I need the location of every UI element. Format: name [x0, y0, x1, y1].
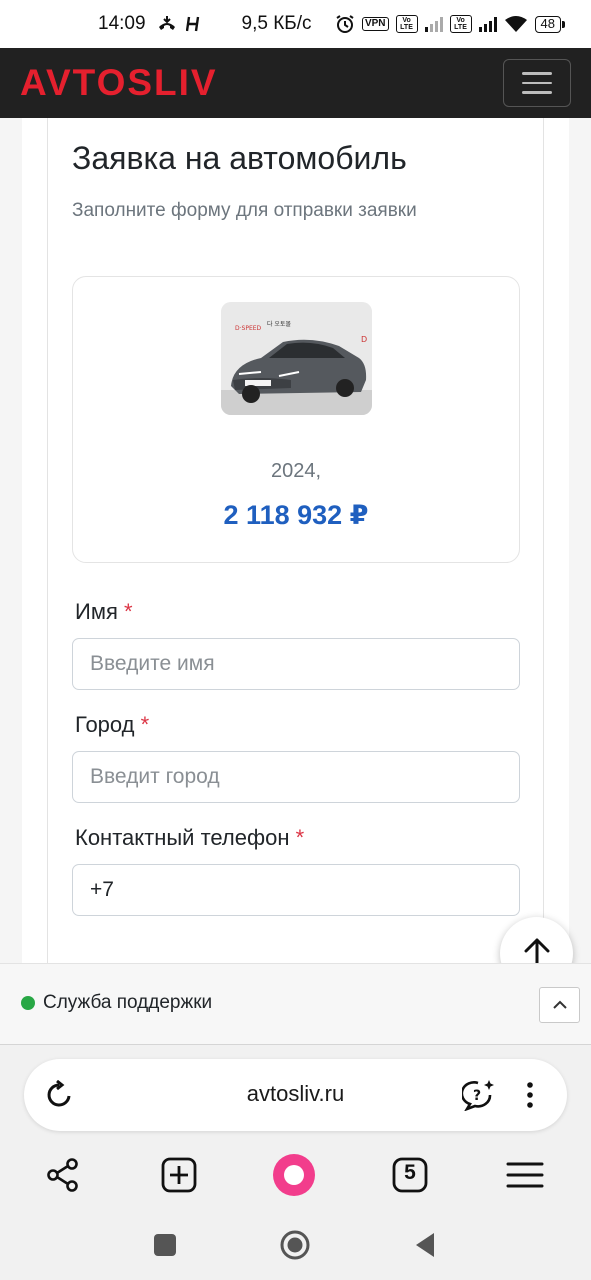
tabs-counter-icon[interactable]: 5 — [388, 1153, 432, 1197]
online-status-dot — [21, 996, 35, 1010]
status-time: 14:09 — [98, 13, 146, 34]
address-bar[interactable]: avtosliv.ru ? — [24, 1059, 567, 1131]
menu-toggle-button[interactable] — [503, 59, 571, 107]
car-year: 2024, — [270, 460, 322, 482]
support-chat-bar[interactable]: Служба поддержки — [0, 963, 591, 1045]
call-forward-icon — [158, 16, 175, 30]
browser-bottom-bar: avtosliv.ru ? 5 — [0, 1045, 591, 1280]
volte-badge-2: Vo LTE — [449, 15, 472, 33]
network-speed: 9,5 КБ/с — [241, 13, 312, 34]
h-plus-icon — [185, 16, 199, 32]
recent-apps-icon[interactable] — [147, 1227, 183, 1263]
required-marker: * — [295, 825, 305, 850]
name-input[interactable] — [72, 638, 520, 690]
phone-label: Контактный телефон * — [75, 825, 305, 850]
volte-badge-1: Vo LTE — [395, 15, 418, 33]
site-logo[interactable]: AVTOSLIV — [20, 62, 218, 104]
support-label: Служба поддержки — [43, 992, 213, 1013]
signal-icon-1 — [424, 16, 443, 32]
share-icon[interactable] — [41, 1153, 85, 1197]
city-input[interactable] — [72, 751, 520, 803]
car-summary-card: D·SPEED 다 오토몰 D 2024, 2 118 932 ₽ — [72, 276, 520, 563]
site-header: AVTOSLIV — [0, 48, 591, 118]
svg-text:다 오토몰: 다 오토몰 — [267, 320, 291, 328]
signal-icon-2 — [478, 16, 497, 32]
alice-assistant-icon[interactable] — [272, 1153, 316, 1197]
back-icon[interactable] — [407, 1227, 443, 1263]
home-icon[interactable] — [277, 1227, 313, 1263]
alarm-icon — [336, 15, 354, 33]
svg-text:D·SPEED: D·SPEED — [235, 325, 262, 332]
more-options-icon[interactable] — [512, 1077, 548, 1113]
new-tab-icon[interactable] — [157, 1153, 201, 1197]
wifi-icon — [504, 16, 527, 32]
phone-input[interactable] — [72, 864, 520, 916]
car-price: 2 118 932 ₽ — [223, 500, 369, 530]
support-expand-button[interactable] — [539, 987, 580, 1023]
request-form-card: Заявка на автомобиль Заполните форму для… — [47, 118, 544, 963]
name-label: Имя * — [75, 599, 133, 624]
chevron-up-icon — [552, 1000, 567, 1009]
svg-text:D: D — [361, 335, 367, 344]
car-photo: D·SPEED 다 오토몰 D — [221, 302, 372, 415]
page-title: Заявка на автомобиль — [72, 140, 407, 176]
city-label: Город * — [75, 712, 150, 737]
page-subtitle: Заполните форму для отправки заявки — [72, 200, 417, 221]
assistant-chat-icon[interactable]: ? — [461, 1077, 497, 1113]
browser-menu-icon[interactable] — [503, 1153, 547, 1197]
vpn-badge: VPN — [361, 17, 389, 31]
page-content: Заявка на автомобиль Заполните форму для… — [22, 118, 569, 963]
svg-text:?: ? — [473, 1088, 481, 1104]
status-bar: 14:09 9,5 КБ/с VPN Vo LTE Vo LTE 48 — [0, 0, 591, 48]
required-marker: * — [140, 712, 150, 737]
battery-icon: 48 — [534, 15, 566, 33]
hamburger-icon — [522, 72, 552, 75]
tabs-count: 5 — [404, 1161, 416, 1184]
required-marker: * — [123, 599, 133, 624]
